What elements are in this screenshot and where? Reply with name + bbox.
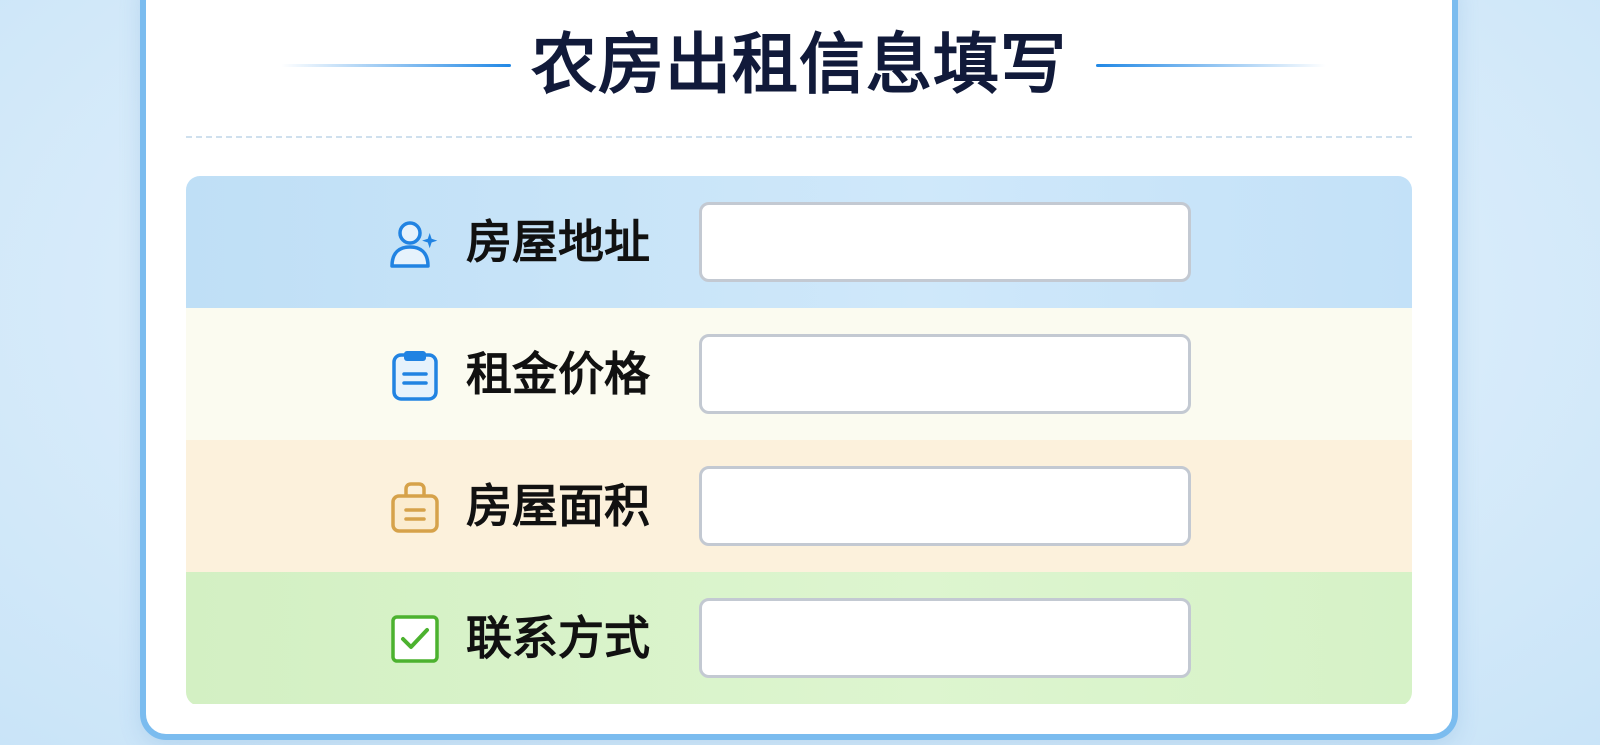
- form-header: 农房出租信息填写: [146, 2, 1452, 100]
- contact-label: 联系方式: [466, 611, 650, 665]
- briefcase-icon: [388, 480, 442, 534]
- user-icon: [388, 216, 442, 270]
- form-row-contact: 联系方式: [186, 572, 1412, 704]
- title-decoration-right: [1096, 64, 1326, 67]
- form-row-address: 房屋地址: [186, 176, 1412, 308]
- rent-input[interactable]: [699, 334, 1191, 414]
- contact-input[interactable]: [699, 598, 1191, 678]
- checkbox-icon: [388, 612, 442, 666]
- area-label: 房屋面积: [466, 479, 650, 533]
- area-input[interactable]: [699, 466, 1191, 546]
- form-card: 农房出租信息填写 房屋地址 租金价格 房屋面积 联系方式: [140, 0, 1458, 740]
- clipboard-icon: [388, 348, 442, 402]
- address-input[interactable]: [699, 202, 1191, 282]
- header-divider: [186, 136, 1412, 138]
- address-label: 房屋地址: [466, 215, 650, 269]
- form-row-rent: 租金价格: [186, 308, 1412, 440]
- rent-label: 租金价格: [466, 347, 650, 401]
- form-row-area: 房屋面积: [186, 440, 1412, 572]
- form-fields: 房屋地址 租金价格 房屋面积 联系方式: [186, 176, 1412, 706]
